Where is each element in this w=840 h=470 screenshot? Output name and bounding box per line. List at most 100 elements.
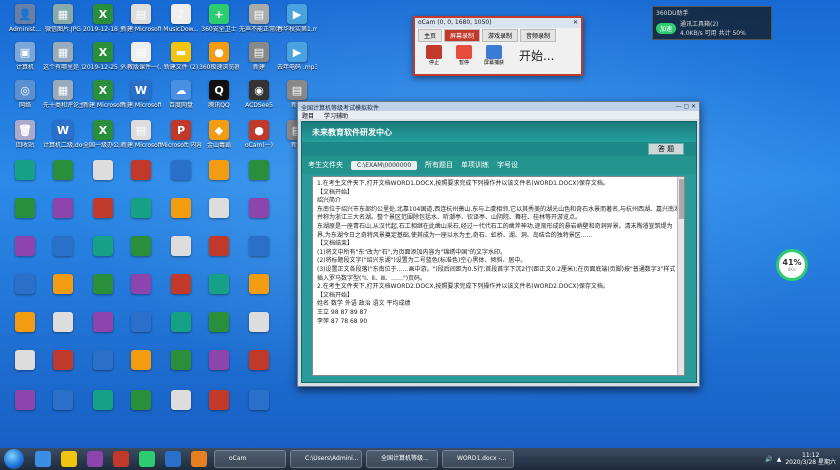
font-size-button[interactable]: 字号设: [497, 160, 518, 170]
desktop-icon[interactable]: ▦ 先十类和评论主(件)2.jpg: [43, 80, 83, 120]
desktop-shortcut[interactable]: [200, 390, 238, 430]
desktop-shortcut[interactable]: [122, 236, 160, 276]
desktop-icon[interactable]: Q 腾讯QQ: [200, 80, 238, 120]
desktop-shortcut[interactable]: [6, 390, 44, 430]
battery-indicator[interactable]: 41% 0K/s: [776, 249, 808, 281]
desktop-icon[interactable]: ▤ 新建: [240, 42, 278, 82]
desktop-shortcut[interactable]: [162, 160, 200, 200]
desktop-icon[interactable]: ♪ MusicDow...: [162, 4, 200, 44]
answer-button[interactable]: 答 题: [648, 143, 684, 155]
desktop-shortcut[interactable]: [162, 274, 200, 314]
task-explorer[interactable]: C:\Users\Admini...: [290, 450, 362, 468]
exam-titlebar[interactable]: 全国计算机等级考试模拟软件 — ▢ ✕: [298, 102, 699, 112]
desktop-icon[interactable]: ▤ 新建 Microsoft...: [121, 120, 161, 160]
desktop-icon[interactable]: +360安全卫士: [200, 4, 238, 44]
ocam-tab-home[interactable]: 主页: [418, 29, 443, 42]
single-training-button[interactable]: 单项训练: [461, 160, 489, 170]
desktop-shortcut[interactable]: [84, 274, 122, 314]
desktop-shortcut[interactable]: [84, 160, 122, 200]
desktop-icon[interactable]: ▶ 春华秋实第1.mp3: [277, 4, 317, 44]
desktop-shortcut[interactable]: [122, 274, 160, 314]
question-document[interactable]: 1.在考生文件夹下,打开文档WORD1.DOCX,按照要求完成下列操作并以该文件…: [312, 176, 685, 376]
desktop-shortcut[interactable]: [44, 198, 82, 238]
desktop-icon[interactable]: 👤 Administ...: [6, 4, 44, 44]
desktop-shortcut[interactable]: [122, 312, 160, 352]
ocam-taskbar-icon[interactable]: [113, 451, 129, 467]
desktop-shortcut[interactable]: [6, 274, 44, 314]
ocam-titlebar[interactable]: oCam (0, 0, 1680, 1050) ✕: [415, 18, 581, 28]
scrollbar[interactable]: [677, 177, 684, 375]
folder-path[interactable]: C:\EXAM\0000000: [351, 160, 417, 170]
desktop-shortcut[interactable]: [6, 350, 44, 390]
desktop-shortcut[interactable]: [240, 236, 278, 276]
desktop-shortcut[interactable]: [84, 390, 122, 430]
pause-button[interactable]: 暂停: [451, 45, 477, 66]
menu-learning-aid[interactable]: 学习辅助: [324, 111, 348, 120]
desktop-shortcut[interactable]: [6, 312, 44, 352]
desktop-shortcut[interactable]: [240, 312, 278, 352]
desktop-icon[interactable]: ◎ 网络: [6, 80, 44, 120]
desktop-icon[interactable]: X 全国一级办公.doc: [83, 120, 123, 160]
window-controls[interactable]: — ▢ ✕: [675, 103, 696, 110]
desktop-icon[interactable]: ● oCam(一): [240, 120, 278, 160]
ie-icon[interactable]: [35, 451, 51, 467]
desktop-shortcut[interactable]: [122, 390, 160, 430]
folder-icon[interactable]: [191, 451, 207, 467]
desktop-shortcut[interactable]: [240, 390, 278, 430]
desktop-shortcut[interactable]: [200, 350, 238, 390]
desktop-icon[interactable]: X 2019-12-18 全国...: [83, 4, 123, 44]
desktop-shortcut[interactable]: [162, 350, 200, 390]
speedup-button[interactable]: 加速: [656, 22, 677, 34]
desktop-shortcut[interactable]: [84, 236, 122, 276]
desktop-icon[interactable]: ▤ 无声不能正常(F)...: [239, 4, 279, 44]
desktop-shortcut[interactable]: [162, 236, 200, 276]
desktop-icon[interactable]: ▦ 这个有哪里是 请可.jpg: [43, 42, 83, 82]
desktop-icon[interactable]: W 计算机二级.doc: [43, 120, 83, 160]
start-menu-icon[interactable]: [4, 449, 24, 469]
360-icon[interactable]: [139, 451, 155, 467]
clock[interactable]: 11:12 2020/3/28 星期六: [785, 452, 836, 466]
desktop-shortcut[interactable]: [240, 160, 278, 200]
menu-questions[interactable]: 题目: [302, 111, 314, 120]
ocam-tab-audio-record[interactable]: 音频录制: [520, 29, 557, 42]
desktop-icon[interactable]: ☁ 百度网盘: [162, 80, 200, 120]
close-icon[interactable]: ✕: [573, 19, 578, 27]
desktop-shortcut[interactable]: [44, 160, 82, 200]
desktop-icon[interactable]: ▬ 新建文件 (2): [162, 42, 200, 82]
desktop-icon[interactable]: ▶ 去年电码 .mp3: [277, 42, 317, 82]
desktop-shortcut[interactable]: [44, 274, 82, 314]
word-icon[interactable]: [165, 451, 181, 467]
task-ocam[interactable]: oCam: [214, 450, 286, 468]
desktop-shortcut[interactable]: [6, 236, 44, 276]
desktop-shortcut[interactable]: [200, 160, 238, 200]
stop-button[interactable]: 停止: [421, 45, 447, 66]
ocam-tab-screen-record[interactable]: 屏幕录制: [444, 29, 481, 42]
desktop-shortcut[interactable]: [200, 198, 238, 238]
task-word[interactable]: WORD1.docx -...: [442, 450, 514, 468]
ocam-tab-game-record[interactable]: 游戏录制: [482, 29, 519, 42]
desktop-shortcut[interactable]: [44, 312, 82, 352]
desktop-shortcut[interactable]: [122, 160, 160, 200]
desktop-shortcut[interactable]: [6, 160, 44, 200]
desktop-shortcut[interactable]: [200, 312, 238, 352]
desktop-shortcut[interactable]: [162, 198, 200, 238]
network-icon[interactable]: ▲: [777, 456, 782, 463]
explorer-icon[interactable]: [61, 451, 77, 467]
volume-icon[interactable]: 🔊: [765, 456, 772, 463]
desktop-shortcut[interactable]: [200, 236, 238, 276]
desktop-icon[interactable]: 🗑 回收站: [6, 120, 44, 160]
desktop-shortcut[interactable]: [44, 390, 82, 430]
desktop-shortcut[interactable]: [122, 198, 160, 238]
media-icon[interactable]: [87, 451, 103, 467]
desktop-shortcut[interactable]: [162, 390, 200, 430]
desktop-shortcut[interactable]: [240, 198, 278, 238]
screen-capture-button[interactable]: 屏幕捕获: [481, 45, 507, 66]
desktop-icon[interactable]: X 新建 Microsoft...: [83, 80, 123, 120]
desktop-shortcut[interactable]: [84, 312, 122, 352]
desktop-icon[interactable]: ▦ 微信图片.JPG: [44, 4, 82, 44]
desktop-shortcut[interactable]: [44, 350, 82, 390]
desktop-icon[interactable]: W 新建 Microsoft...: [121, 80, 161, 120]
desktop-shortcut[interactable]: [6, 198, 44, 238]
desktop-shortcut[interactable]: [84, 350, 122, 390]
desktop-icon[interactable]: ◆ 金山毒霸: [200, 120, 238, 160]
